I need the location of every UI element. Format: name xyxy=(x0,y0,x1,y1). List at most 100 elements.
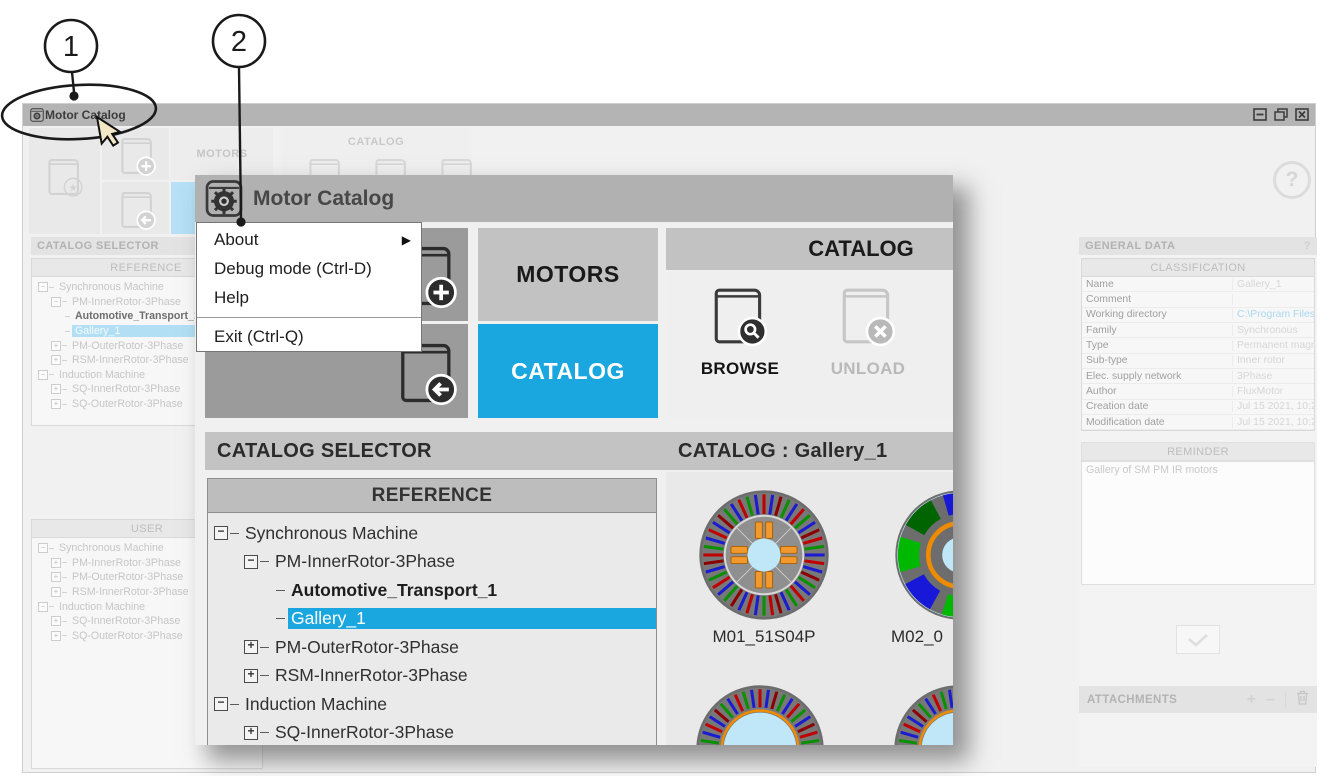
tree-expand-icon[interactable]: + xyxy=(51,341,61,351)
minimize-button[interactable] xyxy=(1252,107,1267,122)
tree-connector xyxy=(230,533,239,534)
app-gear-icon xyxy=(205,179,243,223)
motors-tab-button[interactable]: MOTORS xyxy=(478,228,658,321)
classification-row: Type Permanent magnet xyxy=(1082,338,1314,353)
tree-expand-icon[interactable]: − xyxy=(244,555,258,569)
close-button[interactable] xyxy=(1294,107,1309,122)
tree-item-label: PM-OuterRotor-3Phase xyxy=(272,637,656,658)
tree-item[interactable]: Gallery_1 xyxy=(211,605,656,634)
tree-connector xyxy=(62,404,67,405)
tree-expand-icon[interactable]: + xyxy=(244,640,258,654)
tree-connector xyxy=(49,374,54,375)
tree-item[interactable]: +RSM-InnerRotor-3Phase xyxy=(211,662,656,691)
motor-name-label: M02_0 xyxy=(891,627,953,647)
classification-value[interactable]: C:\Program Files\Altair... xyxy=(1233,309,1314,320)
app-gear-icon xyxy=(30,108,44,122)
book-star-icon: ★ xyxy=(46,156,84,203)
tree-item[interactable]: Automotive_Transport_1 xyxy=(211,576,656,605)
classification-value[interactable]: Jul 15 2021, 10:27 xyxy=(1233,417,1314,428)
tree-item[interactable]: −PM-InnerRotor-3Phase xyxy=(211,548,656,577)
classification-row: Modification date Jul 15 2021, 10:27 xyxy=(1082,415,1314,430)
classification-label: Name xyxy=(1082,279,1233,290)
tree-expand-icon[interactable]: + xyxy=(51,384,61,394)
tree-connector xyxy=(62,562,67,563)
tree-item-label: Gallery_1 xyxy=(288,608,656,629)
attachment-trash-icon[interactable] xyxy=(1296,690,1309,710)
classification-value[interactable]: Gallery_1 xyxy=(1233,279,1314,290)
browse-button[interactable]: BROWSE xyxy=(690,284,790,379)
classification-row: Creation date Jul 15 2021, 10:27 xyxy=(1082,400,1314,415)
tree-expand-icon[interactable]: − xyxy=(38,602,48,612)
reminder-header: REMINDER xyxy=(1081,442,1315,461)
motor-name-label: M01_51S04P xyxy=(684,627,844,647)
tree-expand-icon[interactable]: + xyxy=(51,616,61,626)
classification-value[interactable]: Synchronous xyxy=(1233,325,1314,336)
new-catalog-button-faded[interactable]: ★ xyxy=(29,128,100,234)
menu-item[interactable]: Exit (Ctrl-Q) xyxy=(197,322,421,351)
motor-thumbnail[interactable] xyxy=(894,489,953,621)
restore-button[interactable] xyxy=(1273,107,1288,122)
motor-thumbnail[interactable] xyxy=(893,684,953,745)
classification-value[interactable]: Inner rotor xyxy=(1233,355,1314,366)
tree-expand-icon[interactable]: + xyxy=(244,726,258,740)
tree-expand-icon[interactable]: + xyxy=(51,399,61,409)
menu-item[interactable]: Help xyxy=(197,283,421,312)
tree-expand-icon[interactable]: + xyxy=(244,669,258,683)
catalog-panel-header: CATALOG xyxy=(666,228,953,270)
tree-connector xyxy=(260,732,269,733)
attachment-remove-icon[interactable]: – xyxy=(1266,691,1275,709)
help-button[interactable]: ? xyxy=(1273,161,1311,199)
catalog-tab-button[interactable]: CATALOG xyxy=(478,324,658,418)
motor-thumbnail[interactable] xyxy=(695,684,825,745)
motor-thumbnail[interactable] xyxy=(698,489,830,621)
tree-connector xyxy=(62,345,67,346)
tree-item-label: Induction Machine xyxy=(242,694,656,715)
popup-titlebar[interactable]: Motor Catalog xyxy=(195,175,953,222)
tree-expand-icon[interactable]: + xyxy=(51,558,61,568)
popup-catalog-selector-header: CATALOG SELECTOR xyxy=(205,432,681,470)
tree-expand-icon[interactable]: − xyxy=(38,282,48,292)
tree-expand-icon[interactable]: + xyxy=(51,587,61,597)
general-data-panel: GENERAL DATA ? CLASSIFICATION Name Galle… xyxy=(1079,237,1317,767)
book-unload-icon xyxy=(839,284,897,353)
menu-item[interactable]: Debug mode (Ctrl-D) xyxy=(197,254,421,283)
menu-item[interactable]: About▶ xyxy=(197,225,421,254)
classification-value[interactable]: 3Phase xyxy=(1233,371,1314,382)
tree-connector xyxy=(62,301,67,302)
tree-expand-icon[interactable]: + xyxy=(51,355,61,365)
classification-value[interactable]: FluxMotor xyxy=(1233,386,1314,397)
popup-window: Motor Catalog MOTORS CATALOG CATALOG BRO… xyxy=(195,175,953,745)
background-titlebar[interactable]: Motor Catalog xyxy=(23,104,1315,126)
classification-value[interactable]: Jul 15 2021, 10:27 xyxy=(1233,401,1314,412)
classification-label: Family xyxy=(1082,325,1233,336)
classification-label: Type xyxy=(1082,340,1233,351)
classification-table: Name Gallery_1 Comment Working directory… xyxy=(1082,277,1314,430)
tree-item[interactable]: +SQ-InnerRotor-3Phase xyxy=(211,719,656,746)
tree-expand-icon[interactable]: − xyxy=(214,697,228,711)
classification-label: Modification date xyxy=(1082,417,1233,428)
bg-motors-button[interactable]: MOTORS xyxy=(171,128,273,180)
tree-expand-icon[interactable]: − xyxy=(38,543,48,553)
tree-expand-icon[interactable]: + xyxy=(51,631,61,641)
book-plus-icon xyxy=(119,135,157,182)
classification-label: Working directory xyxy=(1082,309,1233,320)
tree-item[interactable]: −Induction Machine xyxy=(211,690,656,719)
tree-item[interactable]: −Synchronous Machine xyxy=(211,519,656,548)
reminder-textarea[interactable]: Gallery of SM PM IR motors xyxy=(1081,461,1315,585)
classification-label: Sub-type xyxy=(1082,355,1233,366)
tree-expand-icon[interactable]: − xyxy=(38,370,48,380)
tree-expand-icon[interactable]: − xyxy=(214,526,228,540)
classification-value[interactable]: Permanent magnet xyxy=(1233,340,1314,351)
tree-item[interactable]: + PM-OuterRotor-3Phase xyxy=(211,633,656,662)
import-catalog-button-faded[interactable] xyxy=(102,182,169,234)
tree-expand-icon[interactable]: + xyxy=(51,572,61,582)
add-catalog-button-faded[interactable] xyxy=(102,128,169,180)
general-data-help-icon[interactable]: ? xyxy=(1304,240,1311,252)
unload-button[interactable]: UNLOAD xyxy=(818,284,918,379)
tree-expand-icon[interactable]: − xyxy=(51,297,61,307)
classification-row: Name Gallery_1 xyxy=(1082,277,1314,292)
attachment-add-icon[interactable]: + xyxy=(1247,691,1256,709)
apply-check-button[interactable] xyxy=(1176,625,1220,654)
attachments-bar: ATTACHMENTS + – xyxy=(1079,686,1317,713)
divider xyxy=(1285,692,1286,708)
